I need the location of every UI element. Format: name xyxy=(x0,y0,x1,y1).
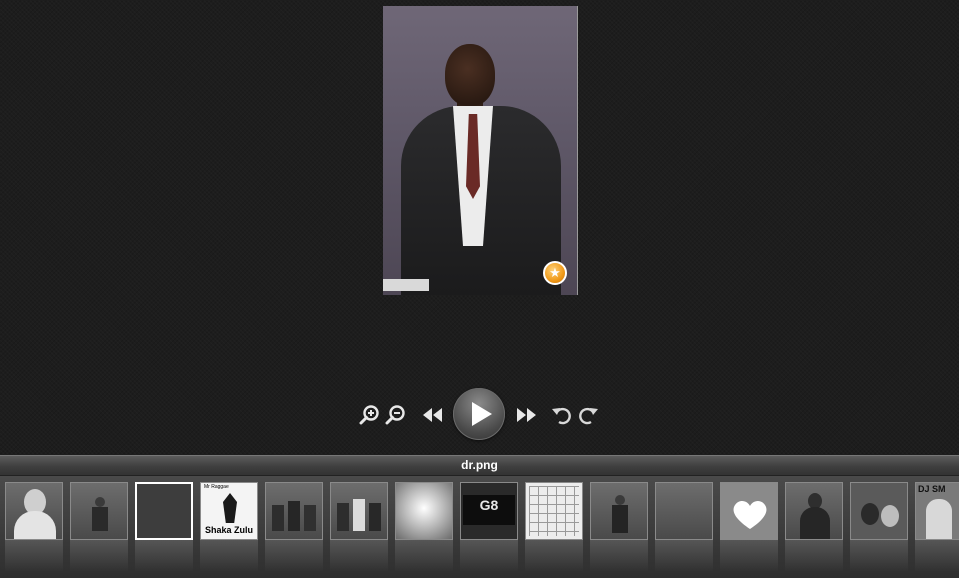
filename-bar: dr.png xyxy=(0,455,959,476)
thumbnail[interactable]: DJ SM xyxy=(915,482,959,540)
image-viewer: ★ xyxy=(0,0,959,455)
thumbnail-reflection xyxy=(590,540,648,572)
thumbnail[interactable] xyxy=(785,482,843,540)
thumbnail-reflection xyxy=(460,540,518,572)
thumbnail[interactable]: G8 xyxy=(460,482,518,540)
thumbnail[interactable]: Mr Raggae Shaka Zulu xyxy=(200,482,258,540)
thumbnail-reflection xyxy=(525,540,583,572)
thumbnail-reflection xyxy=(200,540,258,572)
star-badge-icon[interactable]: ★ xyxy=(543,261,567,285)
logo-text: G8 xyxy=(479,497,499,513)
photo-subject-head xyxy=(445,44,495,106)
thumbnail-reflection xyxy=(265,540,323,572)
thumbnail-reflection xyxy=(915,540,959,572)
thumbnail-reflection xyxy=(135,540,193,572)
thumbnail[interactable] xyxy=(655,482,713,540)
fast-forward-icon[interactable] xyxy=(515,406,539,424)
thumbnail[interactable] xyxy=(70,482,128,540)
rewind-icon[interactable] xyxy=(421,406,445,424)
viewer-controls xyxy=(355,386,605,442)
thumbnail-reflection xyxy=(5,540,63,572)
thumbnail[interactable] xyxy=(330,482,388,540)
zoom-out-icon[interactable] xyxy=(385,404,407,426)
thumbnail-selected[interactable] xyxy=(135,482,193,540)
thumbnail-reflection xyxy=(785,540,843,572)
thumbnail[interactable] xyxy=(5,482,63,540)
thumbnail-strip[interactable]: Mr Raggae Shaka Zulu G8 DJ SM xyxy=(0,476,959,578)
album-title: Shaka Zulu xyxy=(204,525,253,535)
thumbnail-reflection xyxy=(850,540,908,572)
dj-cover-text: DJ SM xyxy=(918,484,946,494)
album-top-text: Mr Raggae xyxy=(204,484,229,490)
main-photo[interactable]: ★ xyxy=(383,6,578,295)
studio-watermark xyxy=(383,279,429,291)
thumbnail[interactable] xyxy=(720,482,778,540)
rotate-left-icon[interactable] xyxy=(551,404,573,426)
filename-label: dr.png xyxy=(461,458,498,472)
thumbnail[interactable] xyxy=(525,482,583,540)
thumbnail[interactable] xyxy=(395,482,453,540)
play-icon xyxy=(472,402,492,426)
play-button[interactable] xyxy=(453,388,505,440)
thumbnail[interactable] xyxy=(590,482,648,540)
thumbnail-reflection xyxy=(655,540,713,572)
thumbnail-reflection xyxy=(720,540,778,572)
thumbnail-reflection xyxy=(330,540,388,572)
thumbnail-reflection xyxy=(395,540,453,572)
thumbnail[interactable] xyxy=(850,482,908,540)
rotate-right-icon[interactable] xyxy=(577,404,599,426)
heart-icon xyxy=(733,500,767,529)
thumbnail-reflection xyxy=(70,540,128,572)
thumbnail[interactable] xyxy=(265,482,323,540)
zoom-in-icon[interactable] xyxy=(359,404,381,426)
